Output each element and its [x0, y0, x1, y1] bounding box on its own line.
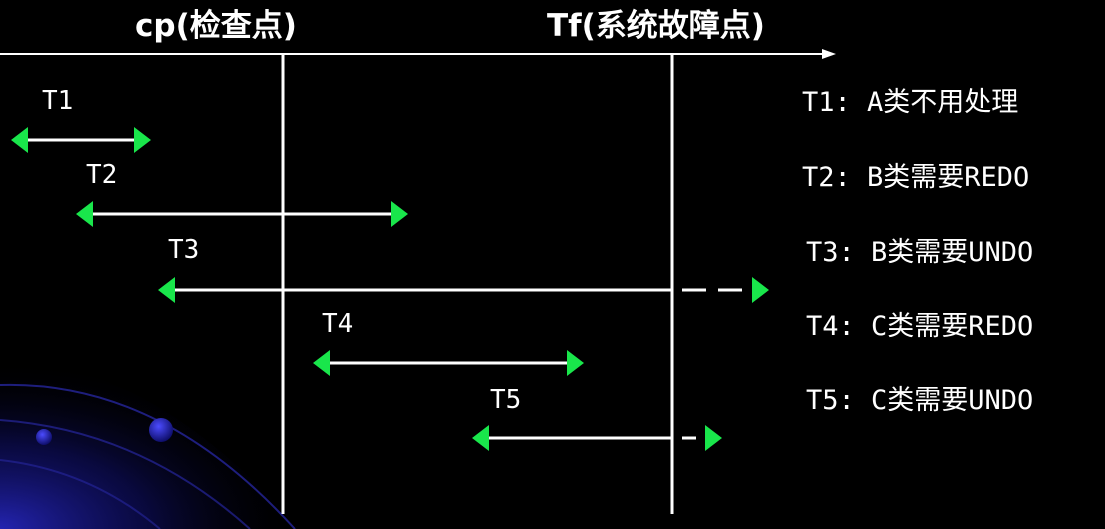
- arrowhead-end-icon: [391, 201, 408, 227]
- checkpoint-label: cp(检查点): [135, 8, 297, 44]
- decor-orb-small: [36, 429, 52, 445]
- transaction-label-t2: T2: [86, 160, 118, 190]
- arrowhead-start-icon: [313, 350, 330, 376]
- transaction-t2-arrow: [76, 201, 408, 227]
- transaction-t3-arrow: [158, 277, 769, 303]
- arrowhead-start-icon: [158, 277, 175, 303]
- arrowhead-end-icon: [752, 277, 769, 303]
- transaction-label-t3: T3: [168, 235, 200, 265]
- legend-item-t4: T4: C类需要REDO: [806, 311, 1034, 342]
- transaction-t1-arrow: [11, 127, 151, 153]
- transaction-t5-arrow: [472, 425, 726, 451]
- background-decoration: [0, 360, 300, 529]
- arrowhead-start-icon: [472, 425, 489, 451]
- diagram-canvas: cp(检查点) Tf(系统故障点) T1 T2 T3 T4 T5 T1: A类不…: [0, 0, 1105, 529]
- legend-item-t5: T5: C类需要UNDO: [806, 385, 1034, 416]
- arrowhead-end-icon: [134, 127, 151, 153]
- legend-item-t1: T1: A类不用处理: [802, 87, 1019, 118]
- legend-item-t2: T2: B类需要REDO: [802, 162, 1030, 193]
- arrowhead-start-icon: [76, 201, 93, 227]
- transaction-t4-arrow: [313, 350, 584, 376]
- transaction-label-t1: T1: [42, 86, 74, 116]
- arrowhead-start-icon: [11, 127, 28, 153]
- legend-item-t3: T3: B类需要UNDO: [806, 237, 1034, 268]
- transaction-label-t4: T4: [322, 309, 354, 339]
- time-axis-arrow-icon: [822, 49, 836, 59]
- transaction-label-t5: T5: [490, 385, 522, 415]
- decor-orb-large: [149, 418, 173, 442]
- failure-point-label: Tf(系统故障点): [547, 8, 765, 44]
- time-axis: [0, 49, 836, 59]
- arrowhead-end-icon: [705, 425, 722, 451]
- arrowhead-end-icon: [567, 350, 584, 376]
